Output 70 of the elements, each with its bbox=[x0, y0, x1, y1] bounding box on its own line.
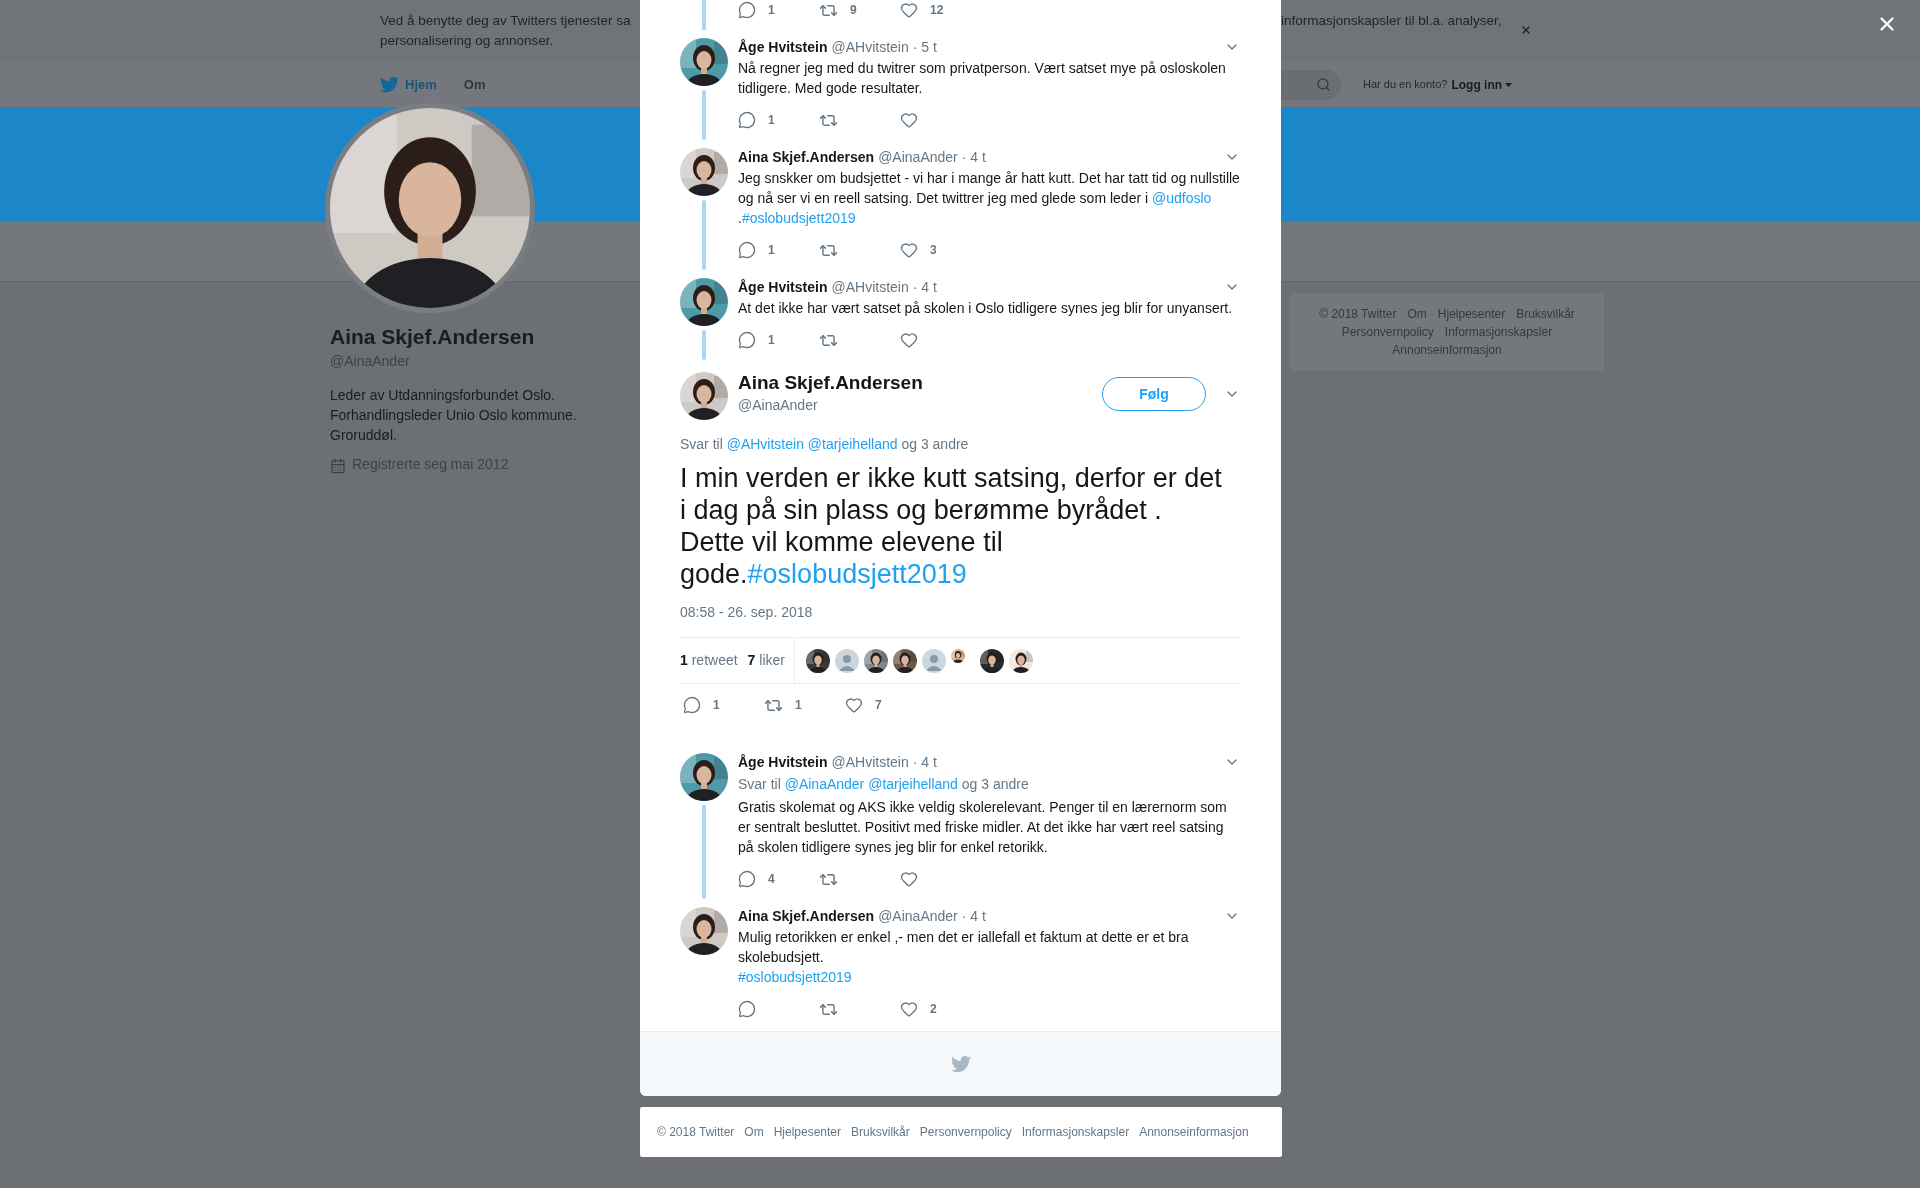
footer-link[interactable]: Annonseinformasjon bbox=[1139, 1123, 1249, 1141]
reply-button[interactable]: 1 bbox=[683, 696, 720, 714]
like-button[interactable]: 3 bbox=[900, 241, 937, 259]
author-name[interactable]: Åge Hvitstein bbox=[738, 751, 828, 773]
retweet-button[interactable]: 1 bbox=[764, 695, 802, 715]
like-button[interactable]: 12 bbox=[900, 1, 944, 19]
mention-link[interactable]: @tarjeihelland bbox=[868, 776, 958, 792]
tweet-time[interactable]: · 4 t bbox=[961, 146, 986, 168]
reply-button[interactable]: 1 bbox=[738, 331, 775, 349]
tweet-date: 08:58 - 26. sep. 2018 bbox=[680, 603, 814, 621]
retweet-count[interactable]: 1 retweet bbox=[680, 650, 738, 671]
hashtag-link[interactable]: #oslobudsjett2019 bbox=[738, 969, 852, 985]
footer-link[interactable]: Hjelpesenter bbox=[1437, 305, 1506, 323]
author-name[interactable]: Aina Skjef.Andersen bbox=[738, 905, 875, 927]
footer-link[interactable]: Informasjonskapsler bbox=[1021, 1123, 1130, 1141]
author-handle[interactable]: @AHvitstein bbox=[831, 36, 909, 58]
tweet-text: I min verden er ikke kutt satsing, derfor er det i dag på sin plass og berømme byrådet . Dette vil komme elevene til gode.#oslobudsjett2019 bbox=[680, 462, 1223, 590]
reply-context: Svar til @AHvitstein @tarjeihelland og 3 andre bbox=[680, 435, 970, 453]
tweet-time[interactable]: · 4 t bbox=[912, 276, 937, 298]
author-name[interactable]: Åge Hvitstein bbox=[738, 36, 828, 58]
reply-button[interactable]: 1 bbox=[738, 111, 775, 129]
mention-link[interactable]: @AinaAnder bbox=[784, 776, 865, 792]
retweet-button[interactable]: 9 bbox=[819, 0, 857, 20]
banner-text: Ved å benytte deg av Twitters tjenester sa bbox=[380, 12, 632, 30]
author-handle[interactable]: @AinaAnder bbox=[878, 146, 958, 168]
tweet-text: At det ikke har vært satset på skolen i Oslo tidligere synes jeg blir for unyansert. bbox=[738, 299, 1234, 318]
profile-name[interactable]: Aina Skjef.Andersen bbox=[330, 324, 535, 350]
banner-text: informasjonskapsler til bl.a. analyser, bbox=[1281, 12, 1502, 30]
reply-button[interactable]: 1 bbox=[738, 241, 775, 259]
banner-text: personalisering og annonser. bbox=[380, 32, 555, 50]
hashtag-link[interactable]: #oslobudsjett2019 bbox=[741, 210, 856, 226]
tweet-text: Nå regner jeg med du twitrer som privatperson. Vært satset mye på osloskolen tidligere. Med gode resultater. bbox=[738, 59, 1227, 98]
mention-link[interactable]: @AHvitstein bbox=[726, 436, 804, 452]
account-prompt: Har du en konto? bbox=[1363, 77, 1448, 93]
footer-link[interactable]: Informasjonskapsler bbox=[1444, 323, 1553, 341]
footer-link[interactable]: © 2018 Twitter bbox=[1319, 305, 1397, 323]
author-handle[interactable]: @AinaAnder bbox=[738, 396, 818, 414]
author-handle[interactable]: @AHvitstein bbox=[831, 751, 909, 773]
author-name[interactable]: Åge Hvitstein bbox=[738, 276, 828, 298]
like-count[interactable]: 7 liker bbox=[747, 650, 785, 671]
mention-link[interactable]: @tarjeihelland bbox=[807, 436, 898, 452]
footer-link[interactable]: Personvernpolicy bbox=[1341, 323, 1434, 341]
like-button[interactable]: 2 bbox=[900, 1000, 937, 1018]
tweet-time[interactable]: · 4 t bbox=[912, 751, 937, 773]
author-name[interactable]: Aina Skjef.Andersen bbox=[738, 372, 923, 394]
reply-button[interactable]: 1 bbox=[738, 1, 775, 19]
mention-link[interactable]: @udfoslo bbox=[1152, 190, 1212, 206]
like-button[interactable]: 7 bbox=[845, 696, 882, 714]
tweet-text: Gratis skolemat og AKS ikke veldig skolerelevant. Penger til en lærernorm som er sentralt besluttet. Positivt med friske midler. At det ikke har vært reel satsing på skolen tidligere synes jeg blir for enkel retorikk. bbox=[738, 798, 1228, 857]
author-handle[interactable]: @AinaAnder bbox=[878, 905, 958, 927]
login-button[interactable]: Logg inn bbox=[1451, 75, 1513, 94]
author-name[interactable]: Aina Skjef.Andersen bbox=[738, 146, 875, 168]
footer-link[interactable]: Hjelpesenter bbox=[773, 1123, 842, 1141]
hashtag-link[interactable]: #oslobudsjett2019 bbox=[747, 559, 967, 589]
tweet-text: Jeg snskker om budsjettet - vi har i mange år hatt kutt. Det har tatt tid og nullstille og nå ser vi en reell satsing. Det twittrer jeg med glede som leder i @udfoslo .#oslobudsjett2019 bbox=[738, 169, 1240, 228]
reply-button[interactable]: 4 bbox=[738, 870, 775, 888]
footer-link[interactable]: Om bbox=[744, 1123, 764, 1141]
footer-link[interactable]: © 2018 Twitter bbox=[657, 1123, 735, 1141]
footer-link[interactable]: Bruksvilkår bbox=[1516, 305, 1575, 323]
reply-context: Svar til @AinaAnder @tarjeihelland og 3 andre bbox=[738, 775, 1030, 793]
profile-bio: Leder av Utdanningsforbundet Oslo. Forhandlingsleder Unio Oslo kommune. Groruddøl. bbox=[330, 386, 578, 445]
tweet-time[interactable]: · 4 t bbox=[961, 905, 986, 927]
footer-link[interactable]: Om bbox=[1407, 305, 1427, 323]
tweet-time[interactable]: · 5 t bbox=[912, 36, 937, 58]
footer-link[interactable]: Bruksvilkår bbox=[851, 1123, 910, 1141]
author-handle[interactable]: @AHvitstein bbox=[831, 276, 909, 298]
footer-link[interactable]: Personvernpolicy bbox=[919, 1123, 1012, 1141]
footer-link[interactable]: Annonseinformasjon bbox=[1392, 341, 1502, 359]
tweet-text: Mulig retorikken er enkel ,- men det er iallefall et faktum at dette er et bra skolebudsjett. #oslobudsjett2019 bbox=[738, 928, 1190, 987]
nav-item[interactable]: Om bbox=[463, 74, 486, 95]
